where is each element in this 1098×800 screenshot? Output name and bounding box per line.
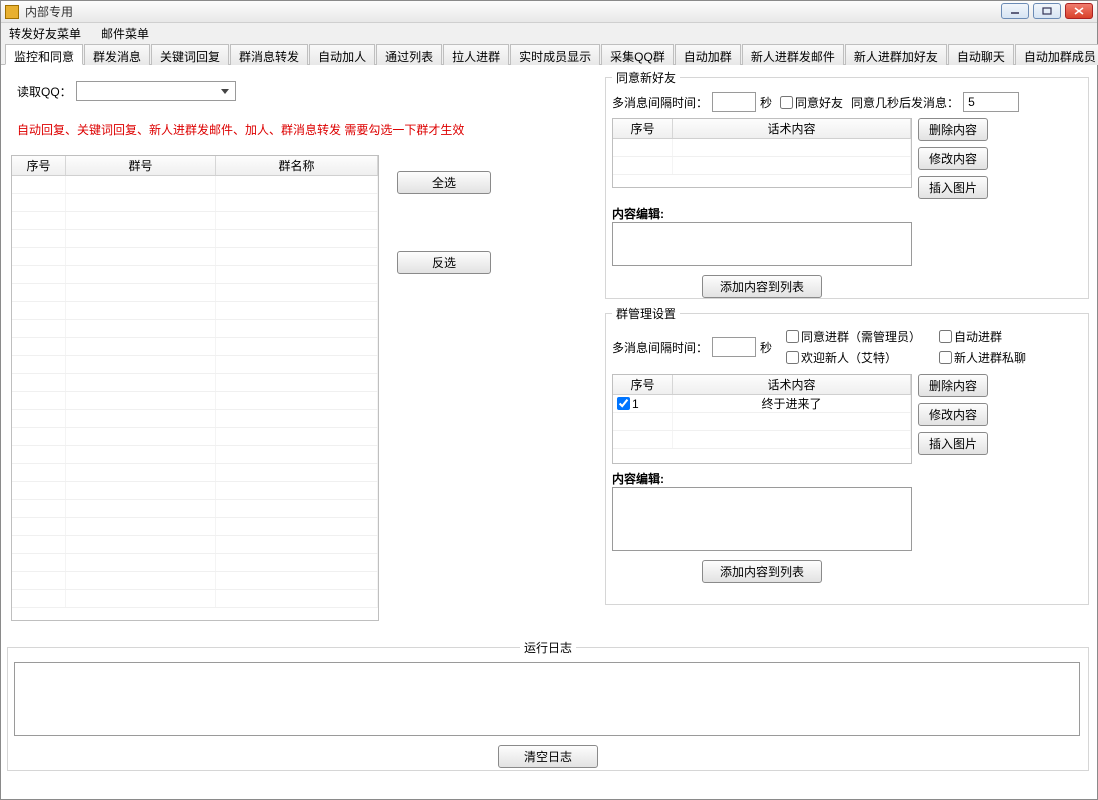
welcome-new-checkbox[interactable] bbox=[786, 351, 799, 364]
table-row: 1 终于进来了 bbox=[613, 395, 911, 413]
tab-newcomer-addfriend[interactable]: 新人进群加好友 bbox=[845, 44, 947, 65]
app-icon bbox=[5, 5, 19, 19]
close-button[interactable] bbox=[1065, 3, 1093, 19]
agree-join-group-label: 同意进群（需管理员） bbox=[801, 328, 921, 345]
friend-script-table[interactable]: 序号 话术内容 bbox=[612, 118, 912, 188]
read-qq-row: 读取QQ： bbox=[17, 81, 236, 101]
agree-after-input[interactable] bbox=[963, 92, 1019, 112]
col-group-name: 群名称 bbox=[216, 156, 378, 175]
group-modify-button[interactable]: 修改内容 bbox=[918, 403, 988, 426]
group-content-edit-label: 内容编辑: bbox=[612, 470, 1082, 487]
tab-mass-send[interactable]: 群发消息 bbox=[84, 44, 150, 65]
invert-select-button[interactable]: 反选 bbox=[397, 251, 491, 274]
group-sec-label: 秒 bbox=[760, 339, 772, 356]
group-interval-input[interactable] bbox=[712, 337, 756, 357]
group-manage-legend: 群管理设置 bbox=[612, 305, 680, 322]
tab-group-forward[interactable]: 群消息转发 bbox=[230, 44, 308, 65]
newcomer-private-label: 新人进群私聊 bbox=[954, 349, 1026, 366]
log-legend: 运行日志 bbox=[520, 639, 576, 656]
clear-log-button[interactable]: 清空日志 bbox=[498, 745, 598, 768]
window-controls bbox=[1001, 3, 1093, 19]
welcome-new-label: 欢迎新人（艾特） bbox=[801, 349, 897, 366]
select-all-button[interactable]: 全选 bbox=[397, 171, 491, 194]
group-interval-label: 多消息间隔时间： bbox=[612, 339, 708, 356]
minimize-button[interactable] bbox=[1001, 3, 1029, 19]
friend-add-button[interactable]: 添加内容到列表 bbox=[702, 275, 822, 298]
maximize-button[interactable] bbox=[1033, 3, 1061, 19]
group-row-seq: 1 bbox=[632, 397, 639, 411]
col-seq: 序号 bbox=[12, 156, 66, 175]
tab-pull-group[interactable]: 拉人进群 bbox=[443, 44, 509, 65]
group-add-button[interactable]: 添加内容到列表 bbox=[702, 560, 822, 583]
tab-monitor-agree[interactable]: 监控和同意 bbox=[5, 44, 83, 65]
app-window: 内部专用 转发好友菜单 邮件菜单 监控和同意 群发消息 关键词回复 群消息转发 … bbox=[0, 0, 1098, 800]
friend-col-seq: 序号 bbox=[613, 119, 673, 138]
newcomer-private-checkbox[interactable] bbox=[939, 351, 952, 364]
log-textarea[interactable] bbox=[14, 662, 1080, 736]
tab-auto-join-group[interactable]: 自动加群 bbox=[675, 44, 741, 65]
friend-delete-button[interactable]: 删除内容 bbox=[918, 118, 988, 141]
group-delete-button[interactable]: 删除内容 bbox=[918, 374, 988, 397]
agree-friend-legend: 同意新好友 bbox=[612, 69, 680, 86]
menu-forward-friend[interactable]: 转发好友菜单 bbox=[5, 23, 85, 44]
group-table[interactable]: 序号 群号 群名称 bbox=[11, 155, 379, 621]
group-insert-img-button[interactable]: 插入图片 bbox=[918, 432, 988, 455]
tab-auto-add[interactable]: 自动加人 bbox=[309, 44, 375, 65]
read-qq-select[interactable] bbox=[76, 81, 236, 101]
tab-realtime-member[interactable]: 实时成员显示 bbox=[510, 44, 600, 65]
menubar: 转发好友菜单 邮件菜单 bbox=[1, 23, 1097, 43]
friend-content-edit-label: 内容编辑: bbox=[612, 205, 1082, 222]
agree-friend-checkbox[interactable] bbox=[780, 96, 793, 109]
friend-col-content: 话术内容 bbox=[673, 119, 911, 138]
group-manage-panel: 群管理设置 多消息间隔时间： 秒 同意进群（需管理员） 欢迎新人（艾特） 自动进… bbox=[605, 305, 1089, 605]
tab-auto-chat[interactable]: 自动聊天 bbox=[948, 44, 1014, 65]
group-col-seq: 序号 bbox=[613, 375, 673, 394]
tab-collect-qq[interactable]: 采集QQ群 bbox=[601, 44, 674, 65]
group-script-table[interactable]: 序号 话术内容 1 终于进来了 bbox=[612, 374, 912, 464]
friend-modify-button[interactable]: 修改内容 bbox=[918, 147, 988, 170]
menu-mail[interactable]: 邮件菜单 bbox=[97, 23, 153, 44]
friend-interval-label: 多消息间隔时间： bbox=[612, 94, 708, 111]
auto-join-group-label: 自动进群 bbox=[954, 328, 1002, 345]
tab-newcomer-mail[interactable]: 新人进群发邮件 bbox=[742, 44, 844, 65]
group-row-checkbox[interactable] bbox=[617, 397, 630, 410]
col-group-no: 群号 bbox=[66, 156, 216, 175]
tab-pass-list[interactable]: 通过列表 bbox=[376, 44, 442, 65]
window-title: 内部专用 bbox=[25, 3, 73, 20]
group-table-body bbox=[12, 176, 378, 620]
titlebar: 内部专用 bbox=[1, 1, 1097, 23]
tab-content: 读取QQ： 自动回复、关键词回复、新人进群发邮件、加人、群消息转发 需要勾选一下… bbox=[1, 65, 1097, 799]
tab-keyword-reply[interactable]: 关键词回复 bbox=[151, 44, 229, 65]
tab-auto-add-member[interactable]: 自动加群成员 bbox=[1015, 44, 1098, 65]
agree-friend-panel: 同意新好友 多消息间隔时间： 秒 同意好友 同意几秒后发消息： 序号 话术内容 bbox=[605, 69, 1089, 299]
group-content-textarea[interactable] bbox=[612, 487, 912, 551]
group-row-content: 终于进来了 bbox=[673, 395, 911, 412]
friend-insert-img-button[interactable]: 插入图片 bbox=[918, 176, 988, 199]
auto-join-group-checkbox[interactable] bbox=[939, 330, 952, 343]
agree-after-label: 同意几秒后发消息： bbox=[851, 94, 959, 111]
log-panel: 运行日志 清空日志 bbox=[7, 639, 1089, 771]
friend-interval-input[interactable] bbox=[712, 92, 756, 112]
group-col-content: 话术内容 bbox=[673, 375, 911, 394]
tabstrip: 监控和同意 群发消息 关键词回复 群消息转发 自动加人 通过列表 拉人进群 实时… bbox=[1, 43, 1097, 65]
agree-friend-checkbox-label: 同意好友 bbox=[795, 94, 843, 111]
agree-join-group-checkbox[interactable] bbox=[786, 330, 799, 343]
friend-content-textarea[interactable] bbox=[612, 222, 912, 266]
red-warning-note: 自动回复、关键词回复、新人进群发邮件、加人、群消息转发 需要勾选一下群才生效 bbox=[17, 121, 464, 138]
friend-sec-label: 秒 bbox=[760, 94, 772, 111]
read-qq-label: 读取QQ： bbox=[17, 83, 72, 100]
